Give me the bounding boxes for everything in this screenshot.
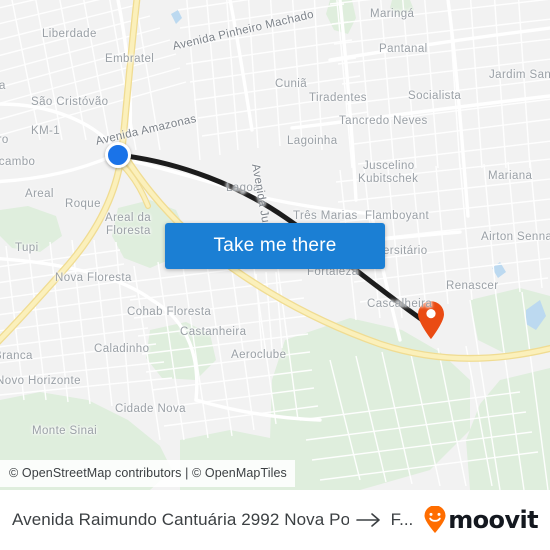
origin-marker[interactable] — [105, 142, 131, 168]
moovit-pin-icon — [424, 506, 446, 533]
take-me-there-button[interactable]: Take me there — [165, 223, 385, 269]
moovit-logo[interactable]: moovit — [423, 506, 539, 534]
destination-address-label: F... — [390, 510, 414, 529]
map-canvas[interactable]: LiberdadeEmbrateliaSão CristóvãotroKM-1o… — [0, 0, 550, 490]
map-pin-icon — [418, 301, 444, 339]
trip-footer: Avenida Raimundo Cantuária 2992 Nova Por… — [0, 490, 550, 550]
origin-address-label: Avenida Raimundo Cantuária 2992 Nova Por… — [12, 510, 349, 529]
destination-marker[interactable] — [416, 300, 446, 340]
moovit-wordmark: moovit — [448, 506, 538, 534]
moovit-map-screen: LiberdadeEmbrateliaSão CristóvãotroKM-1o… — [0, 0, 550, 550]
arrow-right-icon — [355, 512, 382, 528]
map-attribution[interactable]: © OpenStreetMap contributors | © OpenMap… — [0, 460, 295, 487]
